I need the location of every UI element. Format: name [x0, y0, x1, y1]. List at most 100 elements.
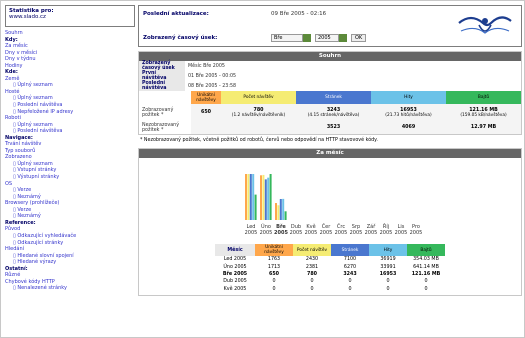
chart-tick-label: 2005: [380, 230, 393, 236]
col-hits-header: Hity: [371, 91, 446, 104]
chart-bar: [245, 174, 247, 220]
summary-last-visit-value: 08 Bře 2005 - 23:58: [188, 83, 237, 89]
monthly-cell-month: Bře 2005: [222, 271, 248, 277]
table-row: Bře 2005 650 780 3243 16953 121.16 MB: [215, 271, 445, 278]
monthly-cell-bytes: 0: [424, 279, 428, 285]
viewed-label: Zobrazovaný požitek *: [139, 104, 191, 121]
chart-bar: [277, 205, 280, 220]
viewed-bytes-sub: (159.05 kB/návštěva): [460, 112, 507, 118]
chart-bar: [249, 174, 252, 220]
summary-title: Souhrn: [139, 52, 521, 61]
viewed-visits-cell: 780 (1.2 návštěv/návštěvník): [221, 104, 296, 121]
monthly-col-unique: Unikátní návštěvy: [255, 244, 293, 256]
monthly-col-bytes: Bajtů: [407, 244, 445, 256]
monthly-cell-visits: 0: [310, 279, 314, 285]
summary-first-visit-value: 01 Bře 2005 - 00:05: [188, 73, 237, 79]
monthly-cell-pages: 0: [348, 279, 352, 285]
monthly-cell-pages: 0: [348, 286, 352, 292]
monthly-cell-hits: 16953: [379, 271, 397, 277]
viewed-visits-sub: (1.2 návštěv/návštěvník): [231, 112, 286, 118]
month-select[interactable]: Bře: [271, 34, 303, 42]
chart-bar: [275, 203, 277, 220]
browser-frame: Statistika pro: www.slado.cz Souhrn Kdy: Z…: [0, 0, 525, 338]
chart-tick-label: 2005: [260, 230, 273, 236]
chart-bar: [262, 174, 265, 220]
monthly-cell-pages: 3243: [343, 271, 357, 277]
year-select-chevron-icon[interactable]: [339, 34, 347, 42]
col-visits-header: Počet návštěv: [221, 91, 296, 104]
col-pages-header: Stránek: [296, 91, 371, 104]
chart-tick-label: Říj: [383, 222, 389, 230]
chart-bar: [247, 174, 250, 220]
viewed-unique: 650: [200, 110, 211, 115]
ok-button[interactable]: OK: [351, 34, 367, 42]
year-select[interactable]: 2005: [315, 34, 339, 42]
unviewed-pages: 3523: [326, 125, 341, 130]
monthly-title: Za měsíc: [139, 149, 521, 158]
monthly-cell-unique: 0: [272, 279, 276, 285]
last-update-label: Poslední aktualizace:: [143, 11, 209, 17]
sidebar-item[interactable]: ▯ Nenalezené stránky: [5, 285, 135, 292]
col-bytes-header: Bajtů: [446, 91, 521, 104]
monthly-cell-month: Led 2005: [223, 257, 247, 263]
chart-tick-label: 2005: [245, 230, 258, 236]
chart-tick-label: 2005: [410, 230, 423, 236]
table-row: Úno 2005 1713 2381 6270 33991 641.14 MB: [215, 263, 445, 270]
viewed-bytes-cell: 121.16 MB (159.05 kB/návštěva): [446, 104, 521, 121]
unviewed-visits-blank: [221, 121, 296, 134]
monthly-section: Za měsíc Led 2005 Úno 2005 Bře 2005 Dub 2005 Kvě…: [138, 148, 522, 296]
viewed-hits-sub: (21.73 hitů/návštěva): [385, 112, 432, 118]
sidebar: Statistika pro: www.slado.cz Souhrn Kdy: Z…: [5, 5, 135, 336]
monthly-bar-chart: Led2005Úno2005Bře2005Dub2005Kvě2005Čer20…: [245, 174, 423, 236]
chart-tick-label: Zář: [367, 223, 376, 230]
last-update-value: 09 Bře 2005 - 02:16: [271, 11, 327, 17]
summary-metrics-table: Unikátní návštěvy Počet návštěv Stránek …: [139, 91, 521, 134]
monthly-cell-pages: 6270: [343, 264, 357, 270]
month-select-chevron-icon[interactable]: [303, 34, 311, 42]
monthly-col-hits: Hity: [369, 244, 407, 256]
unviewed-hits: 4069: [401, 125, 416, 130]
summary-note: * Nezobrazovaný požitek, včetně požitků …: [140, 138, 378, 143]
monthly-chart-wrap: Led 2005 Úno 2005 Bře 2005 Dub 2005 Kvě 2005 Čer 20…: [139, 158, 521, 244]
monthly-cell-unique: 0: [272, 286, 276, 292]
chart-tick-label: 2005: [274, 230, 288, 236]
viewed-pages-cell: 3243 (4.15 stránek/návštěva): [296, 104, 371, 121]
unviewed-bytes: 12.97 MB: [470, 125, 497, 130]
chart-tick-label: 2005: [290, 230, 303, 236]
chart-tick-label: 2005: [395, 230, 408, 236]
stats-for-box: Statistika pro: www.slado.cz: [5, 5, 135, 27]
chart-tick-label: Bře: [276, 223, 286, 230]
period-label: Zobrazený časový úsek:: [143, 35, 218, 41]
chart-tick-label: Čer: [322, 223, 332, 230]
month-select-value: Bře: [274, 35, 283, 41]
chart-bar: [267, 177, 270, 220]
monthly-cell-visits: 0: [310, 286, 314, 292]
monthly-cell-month: Úno 2005: [223, 264, 247, 270]
viewed-pages-sub: (4.15 stránek/návštěva): [307, 112, 360, 118]
chart-tick-label: Úno: [261, 223, 271, 230]
chart-bar: [264, 179, 267, 220]
chart-tick-label: Črc: [337, 223, 345, 230]
chart-bar: [279, 198, 282, 220]
monthly-cell-bytes: 641.14 MB: [413, 264, 439, 270]
monthly-cell-pages: 7100: [343, 257, 357, 263]
monthly-cell-unique: 650: [268, 271, 279, 277]
summary-last-visit-label: Poslední návštěva: [139, 81, 185, 91]
chart-tick-label: Kvě: [306, 223, 315, 230]
table-row: Kvě 2005 0 0 0 0 0: [215, 286, 445, 293]
summary-period-value: Měsíc Bře 2005: [188, 63, 225, 69]
chart-tick-label: 2005: [320, 230, 333, 236]
monthly-cell-month: Dub 2005: [223, 279, 247, 285]
monthly-cell-visits: 780: [306, 271, 317, 277]
table-row: Led 2005 1763 2430 7100 36919 354.03 MB: [215, 256, 445, 263]
chart-bar: [254, 194, 257, 220]
monthly-cell-unique: 1763: [267, 257, 281, 263]
monthly-cell-hits: 0: [386, 286, 390, 292]
summary-section: Souhrn Zobrazený časový úsek Měsíc Bře 2…: [138, 51, 522, 135]
monthly-col-pages: Stránek: [331, 244, 369, 256]
sidebar-menu: Souhrn Kdy: Za měsíc Dny v měsíci Dny v týdn…: [5, 30, 135, 292]
stats-site: www.slado.cz: [9, 14, 46, 20]
monthly-cell-bytes: 121.16 MB: [411, 271, 441, 277]
monthly-cell-hits: 0: [386, 279, 390, 285]
table-row: Dub 2005 0 0 0 0 0: [215, 278, 445, 285]
